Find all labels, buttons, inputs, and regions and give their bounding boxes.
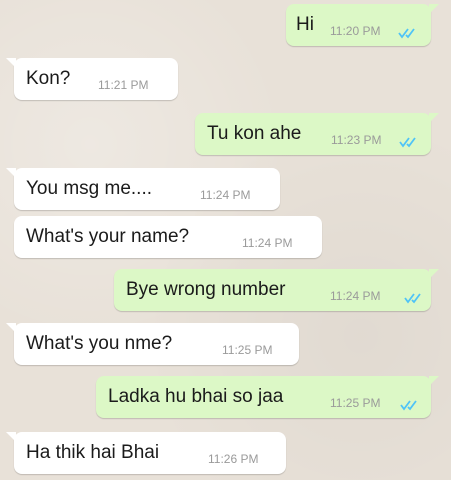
message-bubble-incoming[interactable]: Ha thik hai Bhai 11:26 PM xyxy=(6,432,286,474)
message-timestamp: 11:20 PM xyxy=(330,24,381,38)
message-text: What's you nme? xyxy=(26,333,173,354)
message-timestamp: 11:26 PM xyxy=(208,452,259,466)
message-bubble-incoming[interactable]: Kon? 11:21 PM xyxy=(6,58,178,100)
message-timestamp: 11:24 PM xyxy=(200,188,251,202)
message-text: Hi xyxy=(296,14,314,35)
read-double-check-icon xyxy=(404,293,421,304)
read-double-check-icon xyxy=(399,137,416,148)
chat-conversation: Hi 11:20 PM Kon? 11:21 PM Tu kon ahe 11:… xyxy=(0,0,451,480)
message-timestamp: 11:23 PM xyxy=(331,133,382,147)
message-text: What's your name? xyxy=(26,226,190,247)
message-text: Ladka hu bhai so jaa xyxy=(108,386,284,407)
message-timestamp: 11:24 PM xyxy=(242,236,293,250)
message-bubble-outgoing[interactable]: Hi 11:20 PM xyxy=(286,4,439,46)
message-bubble-outgoing[interactable]: Tu kon ahe 11:23 PM xyxy=(195,113,439,155)
read-double-check-icon xyxy=(398,28,415,39)
message-timestamp: 11:25 PM xyxy=(330,396,381,410)
message-bubble-outgoing[interactable]: Bye wrong number 11:24 PM xyxy=(114,269,439,311)
message-text: You msg me.... xyxy=(26,178,153,199)
message-timestamp: 11:21 PM xyxy=(98,78,149,92)
message-text: Tu kon ahe xyxy=(207,123,302,144)
message-text: Ha thik hai Bhai xyxy=(26,442,160,463)
read-double-check-icon xyxy=(400,400,417,411)
message-timestamp: 11:25 PM xyxy=(222,343,273,357)
message-text: Bye wrong number xyxy=(126,279,286,300)
message-text: Kon? xyxy=(26,68,71,89)
message-bubble-incoming[interactable]: You msg me.... 11:24 PM xyxy=(6,168,280,210)
message-bubble-incoming[interactable]: What's you nme? 11:25 PM xyxy=(6,323,299,365)
message-bubble-outgoing[interactable]: Ladka hu bhai so jaa 11:25 PM xyxy=(96,376,439,418)
message-bubble-incoming[interactable]: What's your name? 11:24 PM xyxy=(14,216,322,258)
message-timestamp: 11:24 PM xyxy=(330,289,381,303)
